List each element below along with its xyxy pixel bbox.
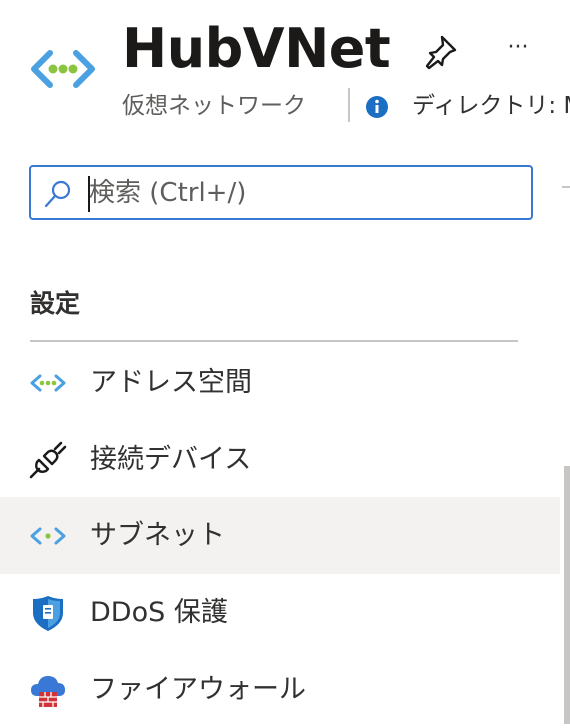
nav-item-subnets[interactable]: サブネット — [0, 497, 560, 574]
info-icon — [366, 96, 388, 118]
nav-item-label: ファイアウォール — [90, 674, 306, 705]
section-title-settings: 設定 — [30, 289, 81, 318]
nav-item-address-space[interactable]: アドレス空間 — [0, 344, 560, 421]
section-divider — [30, 340, 518, 342]
scrollbar[interactable] — [564, 466, 570, 724]
text-cursor — [88, 176, 90, 212]
nav-item-ddos-protection[interactable]: DDoS 保護 — [0, 574, 560, 651]
search-icon — [44, 180, 71, 208]
nav-item-label: アドレス空間 — [90, 367, 252, 398]
search-box[interactable] — [29, 165, 533, 220]
page-title: HubVNet — [122, 17, 391, 80]
shield-icon — [33, 596, 63, 631]
nav-item-connected-devices[interactable]: 接続デバイス — [0, 421, 560, 498]
nav-item-label: サブネット — [90, 520, 225, 551]
virtual-network-icon — [30, 527, 66, 545]
resource-type-label: 仮想ネットワーク — [122, 93, 306, 119]
nav-item-label: DDoS 保護 — [90, 597, 228, 628]
header-separator — [348, 88, 350, 122]
directory-info: ディレクトリ: M — [412, 93, 570, 119]
firewall-icon — [31, 676, 65, 707]
nav-item-label: 接続デバイス — [90, 444, 252, 475]
virtual-network-icon — [31, 50, 95, 88]
collapse-handle[interactable] — [562, 186, 570, 188]
nav-item-firewall[interactable]: ファイアウォール — [0, 651, 560, 728]
search-input[interactable] — [89, 173, 519, 213]
virtual-network-icon — [30, 374, 66, 392]
plug-icon — [29, 441, 67, 479]
pin-button[interactable] — [420, 34, 460, 70]
more-options-button[interactable]: ··· — [496, 30, 540, 66]
pin-icon — [425, 35, 457, 70]
